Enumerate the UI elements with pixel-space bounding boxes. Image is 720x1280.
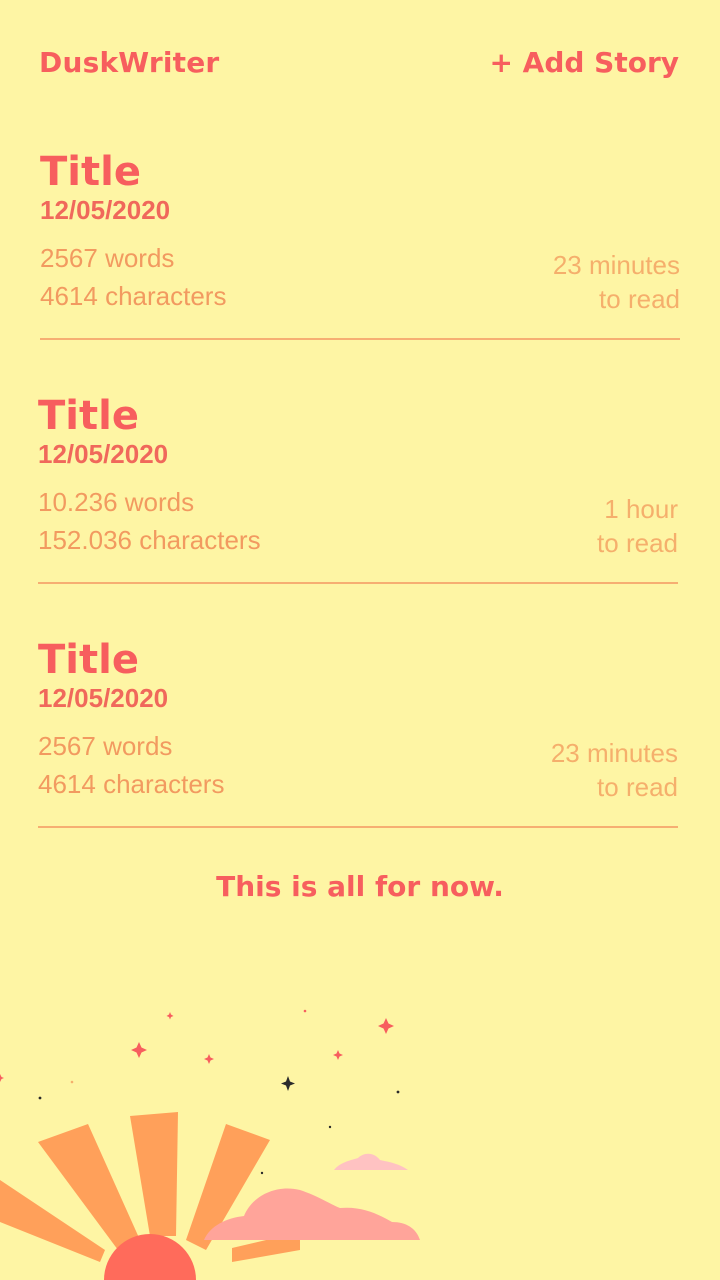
read-time-suffix: to read (597, 528, 678, 558)
story-word-count: 2567 words (40, 243, 175, 273)
sparkle-icon (0, 1009, 394, 1084)
story-read-time: 23 minutes to read (551, 736, 678, 804)
story-read-time: 23 minutes to read (553, 248, 680, 316)
story-read-time: 1 hour to read (597, 492, 678, 560)
story-word-count: 2567 words (38, 731, 173, 761)
app-header: DuskWriter + Add Story (39, 40, 679, 84)
divider (38, 582, 678, 584)
read-time-value: 1 hour (604, 494, 678, 524)
end-of-list-message: This is all for now. (216, 870, 504, 903)
story-card[interactable]: Title 12/05/2020 2567 words 4614 charact… (38, 636, 678, 836)
read-time-suffix: to read (597, 772, 678, 802)
story-character-count: 152.036 characters (38, 525, 261, 555)
app-title: DuskWriter (39, 45, 220, 79)
story-title: Title (38, 637, 139, 683)
divider (38, 826, 678, 828)
story-date: 12/05/2020 (40, 195, 171, 225)
moon-icon (26, 992, 65, 1031)
story-date: 12/05/2020 (38, 683, 169, 713)
dusk-illustration (0, 992, 420, 1280)
story-title: Title (40, 149, 141, 195)
story-word-count: 10.236 words (38, 487, 195, 517)
story-character-count: 4614 characters (40, 281, 227, 311)
story-card[interactable]: Title 12/05/2020 2567 words 4614 charact… (40, 148, 680, 348)
read-time-value: 23 minutes (552, 250, 680, 280)
story-character-count: 4614 characters (38, 769, 225, 799)
story-date: 12/05/2020 (38, 439, 169, 469)
story-title: Title (38, 393, 139, 439)
add-story-button[interactable]: + Add Story (489, 46, 679, 79)
divider (40, 338, 680, 340)
read-time-suffix: to read (599, 284, 680, 314)
read-time-value: 23 minutes (550, 738, 678, 768)
story-card[interactable]: Title 12/05/2020 10.236 words 152.036 ch… (38, 392, 678, 592)
